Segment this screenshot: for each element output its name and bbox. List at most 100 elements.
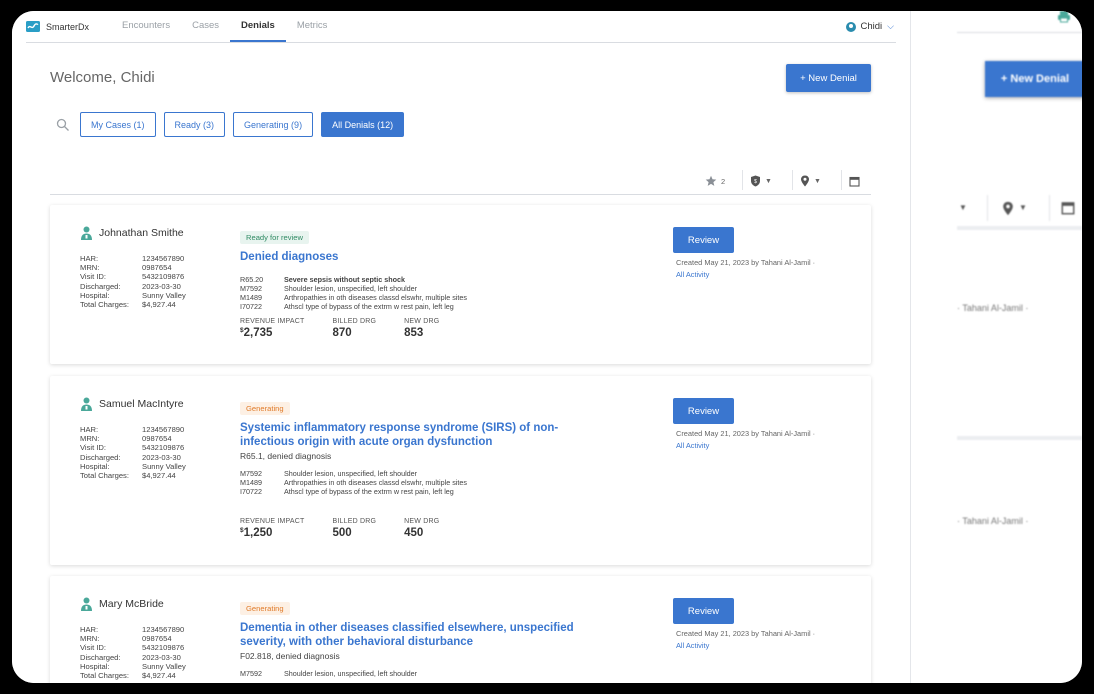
filter-generating[interactable]: Generating (9)	[233, 112, 314, 137]
hospital-label: Hospital:	[80, 461, 110, 471]
tab-encounters[interactable]: Encounters	[111, 11, 181, 42]
new-label: NEW DRG	[404, 318, 440, 325]
denial-subtitle: R65.1, denied diagnosis	[240, 451, 332, 461]
tab-metrics[interactable]: Metrics	[286, 11, 339, 42]
toolbar-separator	[1049, 195, 1050, 221]
zoomed-new-denial-button[interactable]: + New Denial	[985, 61, 1082, 97]
filter-all-denials[interactable]: All Denials (12)	[321, 112, 405, 137]
toolbar-separator	[742, 170, 743, 190]
visit-value: 5432109876	[142, 643, 185, 653]
user-menu[interactable]: Chidi ⌵	[845, 21, 896, 32]
review-button[interactable]: Review	[673, 598, 734, 624]
code: R65.20	[240, 275, 264, 284]
new-drg: NEW DRG 450	[404, 518, 439, 539]
denial-title-link[interactable]: Dementia in other diseases classified el…	[240, 621, 574, 649]
toolbar-separator	[841, 170, 842, 190]
code-desc: Shoulder lesion, unspecified, left shoul…	[284, 284, 418, 293]
har-value: 1234567890	[142, 425, 185, 434]
har-value: 1234567890	[142, 625, 185, 634]
created-info: Created May 21, 2023 by Tahani Al-Jamil …	[676, 429, 816, 438]
charges-label: Total Charges:	[80, 671, 129, 681]
billed-value: 870	[332, 327, 352, 339]
location-pin-icon	[1003, 201, 1013, 216]
created-info: Created May 21, 2023 by Tahani Al-Jamil …	[676, 629, 816, 638]
code-desc: Arthropathies in oth diseases classd els…	[284, 293, 467, 302]
all-activity-link[interactable]: All Activity	[676, 441, 709, 450]
new-denial-button[interactable]: + New Denial	[786, 64, 871, 92]
code-desc: Severe sepsis without septic shock	[284, 275, 406, 284]
mrn-label: MRN:	[80, 434, 100, 444]
revenue-label: REVENUE IMPACT	[240, 318, 305, 325]
metrics-row: REVENUE IMPACT $1,250 BILLED DRG 500 NEW…	[240, 518, 467, 539]
visit-value: 5432109876	[142, 272, 185, 282]
tab-cases[interactable]: Cases	[181, 11, 230, 42]
new-drg: NEW DRG 853	[404, 318, 439, 339]
star-filter[interactable]: 2	[705, 167, 725, 195]
printer-icon	[1058, 11, 1070, 23]
hospital-value: Sunny Valley	[142, 290, 186, 300]
discharged-value: 2023-03-30	[142, 281, 181, 291]
all-activity-link[interactable]: All Activity	[676, 270, 709, 279]
revenue-label: REVENUE IMPACT	[240, 518, 305, 525]
code-desc: Shoulder lesion, unspecified, left shoul…	[284, 669, 418, 678]
code: M1489	[240, 293, 262, 302]
review-button[interactable]: Review	[673, 227, 734, 253]
discharged-label: Discharged:	[80, 281, 121, 291]
revenue-impact: REVENUE IMPACT $2,735	[240, 318, 305, 339]
discharged-value: 2023-03-30	[142, 652, 181, 662]
status-badge-wrap: Generating	[240, 598, 290, 616]
filter-my-cases[interactable]: My Cases (1)	[80, 112, 156, 137]
code-desc: Shoulder lesion, unspecified, left shoul…	[284, 469, 418, 478]
charges-label: Total Charges:	[80, 471, 129, 481]
tab-denials[interactable]: Denials	[230, 11, 286, 42]
main-app: SmarterDx Encounters Cases Denials Metri…	[12, 11, 910, 683]
search-icon[interactable]	[56, 118, 70, 132]
revenue-amount: 1,250	[243, 527, 273, 539]
insurance-filter[interactable]: $ ▼	[742, 167, 772, 195]
zoomed-card-edge	[957, 226, 1082, 230]
har-label: HAR:	[80, 625, 99, 634]
title-line: infectious origin with acute organ dysfu…	[240, 436, 493, 448]
revenue-impact: REVENUE IMPACT $1,250	[240, 518, 305, 539]
patient-name: Mary McBride	[99, 598, 164, 610]
patient-name: Samuel MacIntyre	[99, 398, 184, 410]
discharged-value: 2023-03-30	[142, 452, 181, 462]
code-list: R65.20 Severe sepsis without septic shock…	[240, 275, 467, 311]
zoomed-card-edge	[957, 436, 1082, 440]
denial-title-link[interactable]: Systemic inflammatory response syndrome …	[240, 421, 558, 449]
billed-value: 500	[332, 527, 352, 539]
zoomed-creator-text: · Tahani Al-Jamil ·	[957, 303, 1029, 313]
location-filter[interactable]: ▼	[792, 167, 821, 195]
new-value: 853	[404, 327, 424, 339]
mrn-label: MRN:	[80, 263, 100, 273]
charges-value: $4,927.44	[142, 671, 176, 681]
caret-down-icon: ▼	[959, 203, 967, 212]
review-button[interactable]: Review	[673, 398, 734, 424]
toolbar-separator	[792, 170, 793, 190]
billed-label: BILLED DRG	[332, 318, 377, 325]
patient-icon	[81, 597, 92, 611]
metrics-row: REVENUE IMPACT $2,735 BILLED DRG 870 NEW…	[240, 318, 467, 339]
status-badge: Ready for review	[240, 231, 309, 244]
denial-title-link[interactable]: Denied diagnoses	[240, 250, 338, 264]
mrn-value: 0987654	[142, 434, 172, 444]
code: M7592	[240, 469, 262, 478]
visit-label: Visit ID:	[80, 443, 107, 453]
patient-name: Johnathan Smithe	[99, 227, 184, 239]
code: I70722	[240, 302, 262, 311]
smarterdx-logo-icon	[26, 21, 40, 32]
top-nav: SmarterDx Encounters Cases Denials Metri…	[26, 11, 896, 43]
all-activity-link[interactable]: All Activity	[676, 641, 709, 650]
new-label: NEW DRG	[404, 518, 440, 525]
patient-info: HAR: 1234567890 MRN: 0987654 Visit ID: 5432…	[80, 254, 186, 309]
filter-ready[interactable]: Ready (3)	[163, 112, 226, 137]
patient-name-row: Johnathan Smithe	[80, 226, 184, 240]
code-list: M7592 Shoulder lesion, unspecified, left …	[240, 669, 417, 678]
hospital-value: Sunny Valley	[142, 461, 186, 471]
logo[interactable]: SmarterDx	[26, 21, 89, 32]
patient-icon	[81, 397, 92, 411]
har-label: HAR:	[80, 425, 99, 434]
date-filter[interactable]	[841, 167, 860, 195]
billed-drg: BILLED DRG 500	[333, 518, 377, 539]
star-count: 2	[721, 176, 726, 186]
